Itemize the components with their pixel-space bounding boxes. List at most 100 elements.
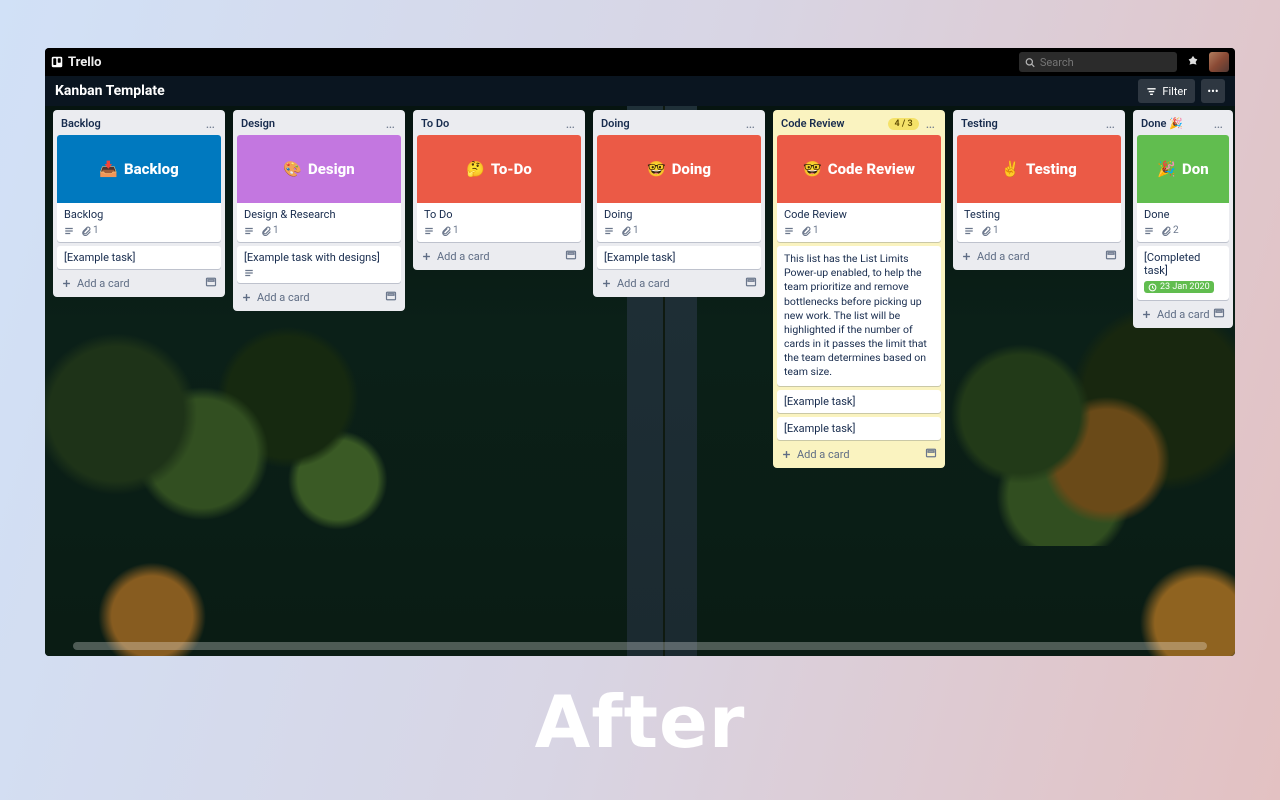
card-meta: 2 — [1144, 225, 1222, 236]
cover-label: Code Review — [828, 160, 915, 178]
horizontal-scrollbar[interactable] — [73, 642, 1207, 650]
list-title[interactable]: Testing — [961, 117, 998, 130]
card-body: Backlog1 — [57, 203, 221, 242]
search-box[interactable] — [1019, 52, 1177, 72]
add-card-button[interactable]: Add a card — [781, 448, 850, 461]
template-icon[interactable] — [565, 249, 577, 264]
trello-logo-icon — [51, 56, 63, 68]
add-card-button[interactable]: Add a card — [1141, 308, 1210, 321]
template-icon[interactable] — [385, 290, 397, 305]
cover-label: Testing — [1026, 160, 1077, 178]
attachment-badge: 1 — [801, 225, 819, 236]
list-menu-icon[interactable]: … — [384, 120, 397, 128]
search-input[interactable] — [1040, 56, 1171, 69]
list-menu-icon[interactable]: … — [924, 120, 937, 128]
cover-label: Don — [1182, 160, 1209, 178]
filter-label: Filter — [1162, 85, 1187, 98]
list-header-right: … — [564, 120, 577, 128]
list-footer: Add a card — [597, 273, 761, 293]
list-menu-icon[interactable]: … — [204, 120, 217, 128]
list-title[interactable]: Design — [241, 117, 275, 130]
card-title: To Do — [424, 208, 574, 221]
card-title: [Example task with designs] — [244, 251, 394, 264]
list-title[interactable]: Done 🎉 — [1141, 117, 1183, 130]
card-cover: 📥Backlog — [57, 135, 221, 203]
description-icon — [964, 226, 974, 236]
card-body: To Do 1 — [417, 203, 581, 242]
add-card-button[interactable]: Add a card — [961, 250, 1030, 263]
card-title: [Example task] — [604, 251, 754, 264]
card-meta: 1 — [964, 225, 1114, 236]
cover-card[interactable]: 🎨Design Design & Research 1 — [237, 135, 401, 242]
board-canvas: Backlog … 📥BacklogBacklog1 [Example task] Ad… — [45, 106, 1235, 656]
list-header: Doing … — [597, 114, 761, 131]
add-card-button[interactable]: Add a card — [61, 277, 130, 290]
cover-emoji-icon: 🎨 — [283, 160, 302, 178]
cover-card[interactable]: 🎉DonDone2 — [1137, 135, 1229, 242]
list-title[interactable]: Doing — [601, 117, 630, 130]
list-header-right: 4 / 3… — [888, 118, 937, 130]
list-header: Code Review 4 / 3… — [777, 114, 941, 131]
cover-label: To-Do — [491, 160, 532, 178]
card-cover: 🤓Code Review — [777, 135, 941, 203]
list-menu-icon[interactable]: … — [744, 120, 757, 128]
filter-icon — [1146, 86, 1157, 97]
board-menu-button[interactable]: ••• — [1201, 79, 1225, 103]
task-card[interactable]: [Example task] — [57, 246, 221, 269]
attachment-badge: 1 — [981, 225, 999, 236]
card-title: Design & Research — [244, 208, 394, 221]
list-header-right: … — [1104, 120, 1117, 128]
description-icon — [244, 268, 254, 278]
card-meta — [244, 268, 394, 278]
list-3: Doing … 🤓DoingDoing1 [Example task] Add a ca… — [593, 110, 765, 297]
task-card[interactable]: [Example task] — [777, 390, 941, 413]
list-header: Design … — [237, 114, 401, 131]
card-cover: 🎨Design — [237, 135, 401, 203]
attachment-badge: 1 — [81, 225, 99, 236]
add-card-button[interactable]: Add a card — [421, 250, 490, 263]
template-icon[interactable] — [745, 276, 757, 291]
list-title[interactable]: To Do — [421, 117, 449, 130]
cover-card[interactable]: 🤓Code ReviewCode Review1 — [777, 135, 941, 242]
card-title: [Example task] — [64, 251, 214, 264]
filter-button[interactable]: Filter — [1138, 79, 1195, 103]
attachment-badge: 1 — [441, 225, 459, 236]
card-body: Testing1 — [957, 203, 1121, 242]
list-footer: Add a card — [237, 287, 401, 307]
notification-icon[interactable] — [1183, 52, 1203, 72]
list-menu-icon[interactable]: … — [1212, 120, 1225, 128]
template-icon[interactable] — [1105, 249, 1117, 264]
board-title[interactable]: Kanban Template — [55, 83, 165, 99]
cover-card[interactable]: 🤔To-DoTo Do1 — [417, 135, 581, 242]
list-2: To Do…🤔To-DoTo Do1Add a card — [413, 110, 585, 270]
card-title: Done — [1144, 208, 1222, 221]
add-card-button[interactable]: Add a card — [601, 277, 670, 290]
task-card[interactable]: [Example task] — [597, 246, 761, 269]
list-header-right: … — [744, 120, 757, 128]
task-card[interactable]: [Example task with designs] — [237, 246, 401, 283]
card-meta: 1 — [244, 225, 394, 236]
template-icon[interactable] — [205, 276, 217, 291]
task-card[interactable]: [Example task] — [777, 417, 941, 440]
add-card-button[interactable]: Add a card — [241, 291, 310, 304]
list-title[interactable]: Backlog — [61, 117, 101, 130]
card-title: [Example task] — [784, 395, 934, 408]
card-title: Code Review — [784, 208, 934, 221]
info-card[interactable]: This list has the List Limits Power-up e… — [777, 246, 941, 386]
list-footer: Add a card — [1137, 304, 1229, 324]
brand[interactable]: Trello — [51, 55, 102, 70]
cover-card[interactable]: 🤓DoingDoing1 — [597, 135, 761, 242]
template-icon[interactable] — [1213, 307, 1225, 322]
list-title[interactable]: Code Review — [781, 117, 845, 130]
board-header: Kanban Template Filter ••• — [45, 76, 1235, 106]
cover-card[interactable]: ✌️TestingTesting1 — [957, 135, 1121, 242]
card-meta: 1 — [604, 225, 754, 236]
avatar[interactable] — [1209, 52, 1229, 72]
task-card[interactable]: [Completed task]23 Jan 2020 — [1137, 246, 1229, 300]
description-icon — [424, 226, 434, 236]
template-icon[interactable] — [925, 447, 937, 462]
list-menu-icon[interactable]: … — [1104, 120, 1117, 128]
list-menu-icon[interactable]: … — [564, 120, 577, 128]
description-icon — [64, 226, 74, 236]
cover-card[interactable]: 📥BacklogBacklog1 — [57, 135, 221, 242]
